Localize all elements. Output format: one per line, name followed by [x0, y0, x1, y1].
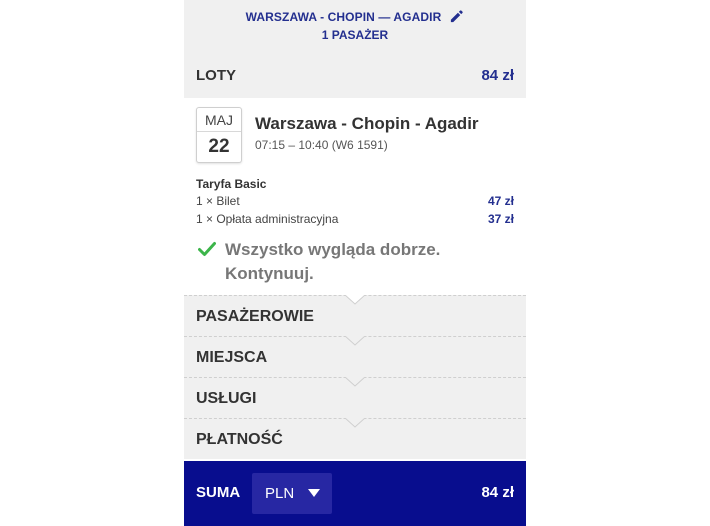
- chevron-down-icon: [345, 295, 365, 305]
- currency-value: PLN: [265, 485, 295, 502]
- flights-label: LOTY: [196, 67, 236, 84]
- route-header: WARSZAWA - CHOPIN — AGADIR 1 PASAŻER: [184, 0, 526, 54]
- step-label: MIEJSCA: [196, 349, 268, 366]
- fare-line-amount: 37 zł: [487, 212, 514, 226]
- step-seats[interactable]: MIEJSCA: [184, 336, 526, 377]
- total-bar: SUMA PLN 84 zł: [184, 461, 526, 526]
- step-payment[interactable]: PŁATNOŚĆ: [184, 418, 526, 459]
- flights-section-header: LOTY 84 zł: [184, 54, 526, 98]
- step-label: PŁATNOŚĆ: [196, 431, 283, 448]
- passenger-count: 1 PASAŻER: [321, 28, 389, 42]
- route-line: WARSZAWA - CHOPIN — AGADIR: [184, 9, 526, 24]
- total-label: SUMA: [196, 484, 241, 501]
- fare-line-item: 1 × Bilet 47 zł: [196, 194, 514, 208]
- booking-summary-panel: WARSZAWA - CHOPIN — AGADIR 1 PASAŻER LOT…: [184, 0, 526, 526]
- chevron-down-icon: [345, 418, 365, 428]
- flights-price: 84 zł: [481, 67, 514, 84]
- step-services[interactable]: USŁUGI: [184, 377, 526, 418]
- status-message: Wszystko wygląda dobrze. Kontynuuj.: [225, 240, 441, 283]
- fare-line-item: 1 × Opłata administracyjna 37 zł: [196, 212, 514, 226]
- checkmark-icon: [198, 241, 216, 257]
- pencil-icon[interactable]: [449, 9, 464, 24]
- step-passengers[interactable]: PASAŻEROWIE: [184, 295, 526, 336]
- flight-date-day: 22: [208, 136, 230, 157]
- fare-line-label: 1 × Opłata administracyjna: [196, 212, 339, 226]
- route-title: WARSZAWA - CHOPIN — AGADIR: [245, 9, 442, 24]
- step-label: USŁUGI: [196, 390, 257, 407]
- step-label: PASAŻEROWIE: [196, 308, 314, 325]
- chevron-down-icon: [345, 377, 365, 387]
- total-amount: 84 zł: [481, 484, 514, 501]
- fare-name: Taryfa Basic: [196, 177, 267, 191]
- fare-line-label: 1 × Bilet: [196, 194, 240, 208]
- caret-down-icon: [308, 489, 320, 497]
- flight-date-badge: MAJ 22: [196, 107, 242, 163]
- flight-route-title: Warszawa - Chopin - Agadir: [255, 114, 479, 133]
- flight-time: 07:15 – 10:40 (W6 1591): [255, 138, 388, 152]
- currency-select[interactable]: PLN: [252, 473, 332, 514]
- fare-line-amount: 47 zł: [487, 194, 514, 208]
- chevron-down-icon: [345, 336, 365, 346]
- flight-date-month: MAJ: [197, 108, 241, 132]
